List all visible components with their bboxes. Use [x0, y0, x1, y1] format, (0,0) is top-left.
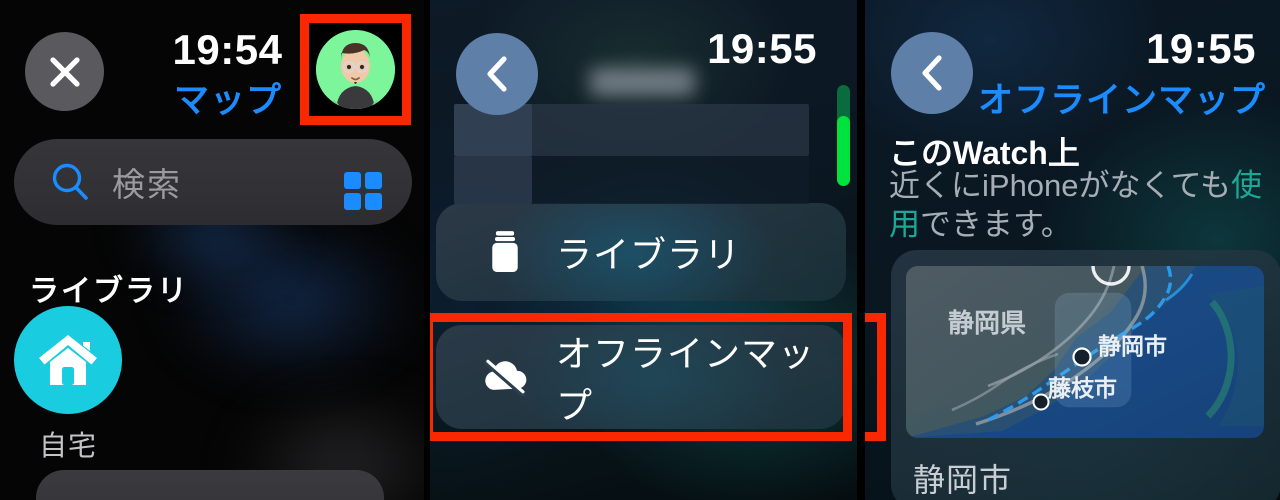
redacted-bar [454, 156, 532, 204]
screenshot-stage: 19:54 マップ 検索 ライブラリ 自宅 19:55 ライブラリ オフラインマ… [0, 0, 1280, 500]
map-thumbnail: 静岡県 静岡市 藤枝市 [906, 266, 1264, 438]
library-heading: ライブラリ [29, 275, 189, 308]
grid-cell [365, 172, 382, 189]
svg-text:藤枝市: 藤枝市 [1048, 375, 1117, 401]
panel-maps-menu: 19:55 ライブラリ オフラインマップ [430, 0, 857, 500]
map-preview-icon: 静岡県 静岡市 藤枝市 [906, 266, 1264, 438]
menu-item-offline-maps-label: オフラインマップ [556, 333, 816, 426]
memoji-avatar-icon [316, 30, 395, 109]
redacted-title-blur [590, 68, 695, 96]
avatar[interactable] [316, 30, 395, 109]
svg-text:静岡県: 静岡県 [948, 308, 1026, 338]
home-icon [39, 335, 97, 385]
svg-text:静岡市: 静岡市 [1098, 333, 1167, 359]
chevron-left-icon [487, 56, 507, 92]
app-title: マップ [173, 81, 282, 120]
chevron-left-icon [922, 55, 942, 91]
library-item-home[interactable] [14, 306, 122, 414]
back-button[interactable] [456, 33, 538, 115]
menu-item-library[interactable]: ライブラリ [436, 203, 846, 301]
status-time: 19:55 [1146, 25, 1256, 72]
scrollbar-thumb[interactable] [837, 116, 850, 186]
status-time: 19:55 [707, 25, 817, 72]
close-button[interactable] [25, 32, 104, 111]
next-card-peek[interactable] [36, 470, 384, 500]
status-time: 19:54 [172, 26, 283, 73]
page-title: オフラインマップ [977, 81, 1266, 120]
grid-cell [365, 193, 382, 210]
description-part2: できます。 [920, 207, 1072, 242]
search-icon [52, 163, 88, 200]
panel-divider [857, 0, 863, 500]
cloud-slash-icon [480, 358, 530, 396]
panel-divider [424, 0, 430, 500]
section-description: 近くにiPhoneがなくても使用できます。 [889, 166, 1269, 244]
library-item-home-label: 自宅 [38, 430, 97, 461]
grid-icon[interactable] [344, 172, 382, 210]
back-button[interactable] [891, 32, 973, 114]
close-icon [49, 56, 80, 87]
menu-item-offline-maps[interactable]: オフラインマップ [436, 325, 846, 429]
menu-item-library-label: ライブラリ [556, 234, 742, 275]
grid-cell [344, 193, 361, 210]
panel-maps-home: 19:54 マップ 検索 ライブラリ 自宅 [0, 0, 427, 500]
grid-cell [344, 172, 361, 189]
description-part1: 近くにiPhoneがなくても [889, 168, 1232, 203]
offline-map-card[interactable]: 静岡県 静岡市 藤枝市 静岡市 [891, 250, 1280, 500]
search-bar[interactable]: 検索 [14, 139, 412, 225]
panel-offline-maps: 19:55 オフラインマップ このWatch上 近くにiPhoneがなくても使用… [865, 0, 1280, 500]
offline-map-name: 静岡市 [913, 462, 1013, 498]
library-jar-icon [480, 229, 530, 275]
search-placeholder: 検索 [112, 166, 182, 203]
